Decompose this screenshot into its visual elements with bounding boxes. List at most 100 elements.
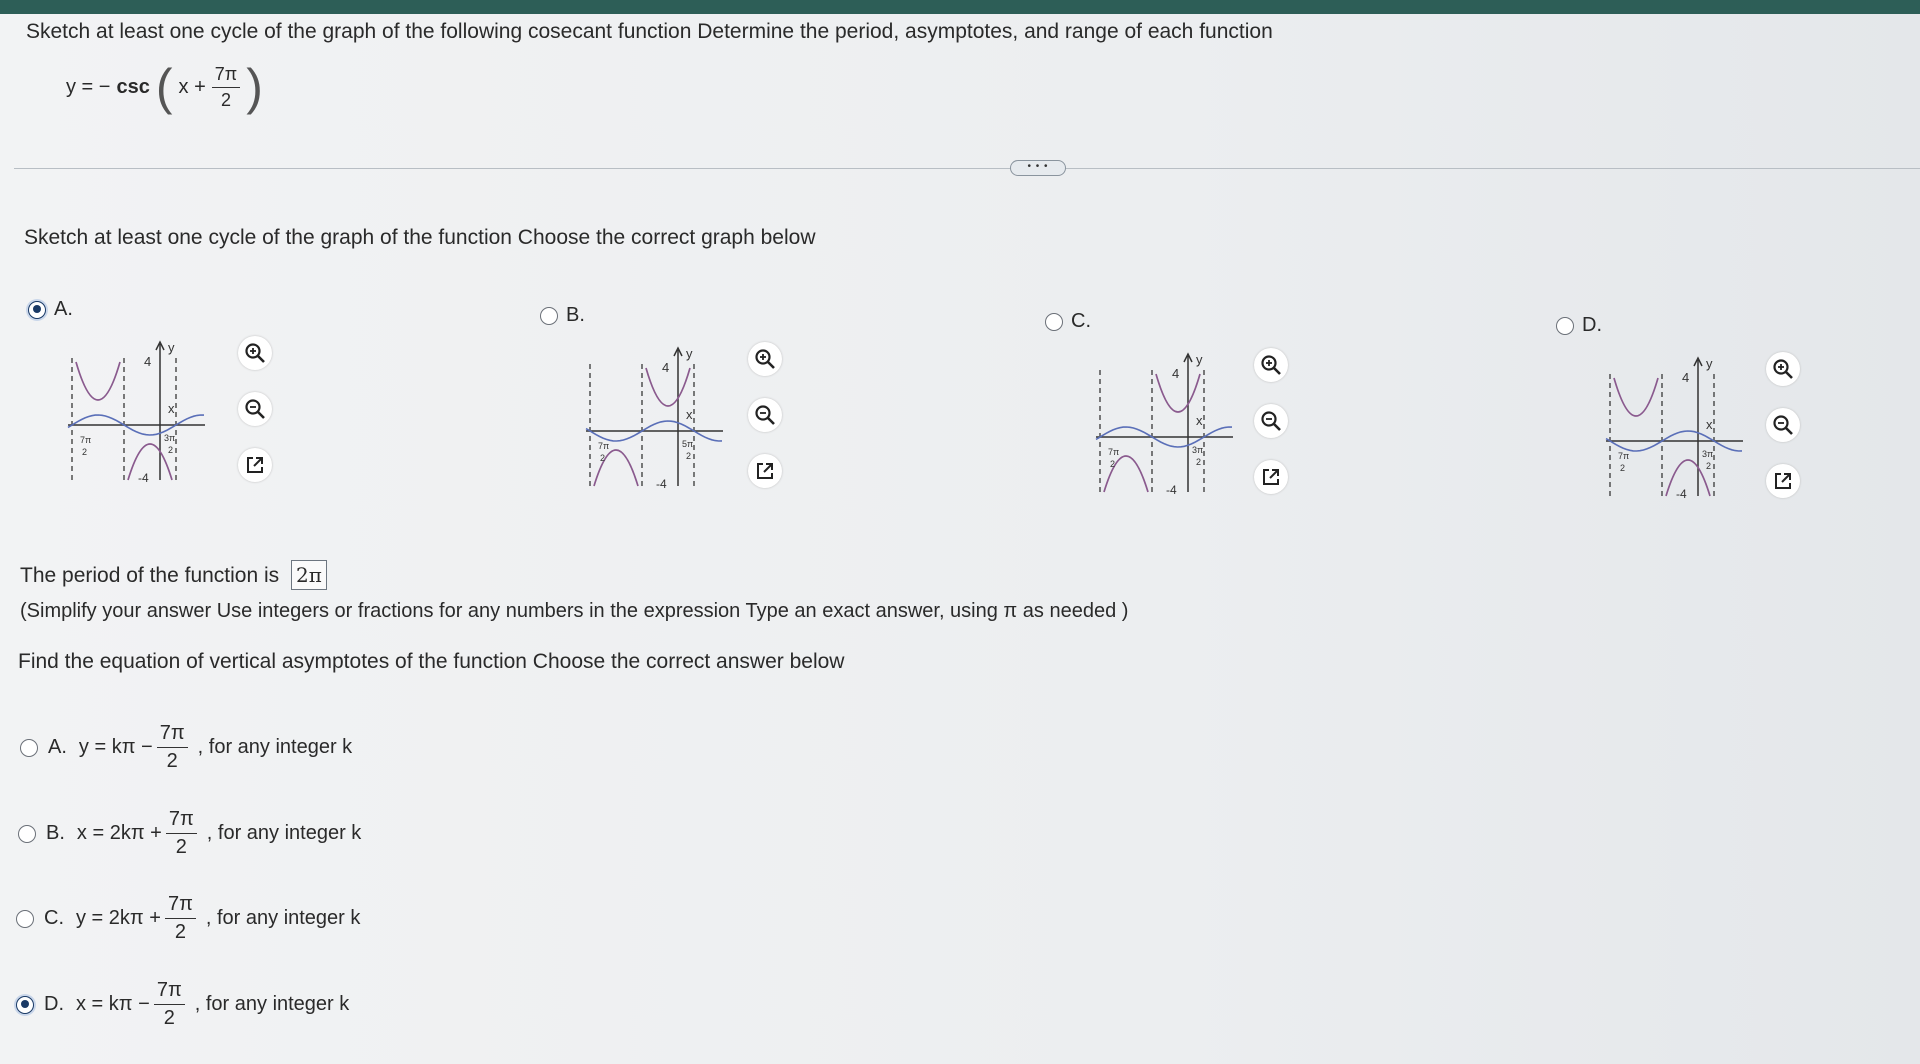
y-tick-label: 4 bbox=[662, 360, 669, 375]
fraction-denominator: 2 bbox=[163, 1007, 175, 1029]
left-asymptote-label: 7π bbox=[598, 441, 609, 451]
section-divider bbox=[14, 168, 1920, 169]
neg-y-tick-label: -4 bbox=[138, 471, 149, 485]
radio-button[interactable] bbox=[540, 306, 558, 325]
expression-text: y = 2kπ + bbox=[76, 907, 161, 929]
cosecant-branch bbox=[1665, 459, 1711, 497]
asymptote-choice-c[interactable]: C. y = 2kπ +7π 2 , for any integer k bbox=[16, 893, 360, 944]
choice-expression: x = kπ −7π 2 , for any integer k bbox=[76, 979, 349, 1030]
expression-tail: , for any integer k bbox=[197, 736, 353, 758]
popout-icon[interactable] bbox=[238, 448, 272, 482]
zoom-in-icon[interactable] bbox=[238, 336, 272, 370]
choice-letter: C. bbox=[44, 907, 64, 929]
graph-tools bbox=[238, 336, 272, 482]
right-asymptote-label: 5π bbox=[682, 439, 693, 449]
fraction-numerator: 7π bbox=[153, 979, 185, 1005]
choice-letter: B. bbox=[46, 822, 65, 844]
graph-option-b[interactable]: B. bbox=[540, 304, 585, 327]
graph-tools bbox=[748, 342, 782, 488]
neg-y-tick-label: -4 bbox=[1676, 487, 1687, 501]
radio-button[interactable] bbox=[28, 300, 46, 319]
radio-button[interactable] bbox=[20, 738, 38, 757]
graph-option-c[interactable]: C. bbox=[1045, 310, 1091, 333]
graph-tools bbox=[1254, 348, 1288, 494]
radio-button[interactable] bbox=[18, 824, 36, 843]
asymptote-choice-d[interactable]: D. x = kπ −7π 2 , for any integer k bbox=[16, 979, 349, 1030]
equation-func: csc bbox=[116, 75, 150, 98]
equation-lhs: y = − bbox=[66, 75, 111, 98]
radio-button[interactable] bbox=[16, 909, 34, 928]
right-asymptote-label-den: 2 bbox=[168, 445, 173, 455]
popout-icon[interactable] bbox=[1766, 464, 1800, 498]
expression-fraction: 7π 2 bbox=[165, 808, 197, 859]
y-axis-label: y bbox=[168, 340, 175, 355]
y-tick-label: 4 bbox=[1172, 366, 1179, 381]
expression-tail: , for any integer k bbox=[205, 907, 361, 929]
graph-c[interactable]: 4 -4 y x 7π 2 3π 2 bbox=[1088, 342, 1238, 502]
graph-b[interactable]: 4 -4 y x 7π 2 5π 2 bbox=[578, 336, 728, 496]
asymptote-choice-a[interactable]: A. y = kπ −7π 2 , for any integer k bbox=[20, 722, 352, 773]
graph-a[interactable]: 4 -4 y x 7π 2 3π 2 bbox=[60, 330, 210, 490]
fraction-numerator: 7π bbox=[156, 722, 188, 748]
equation: y = − csc ( x + 7π 2 ) bbox=[66, 62, 263, 112]
radio-button[interactable] bbox=[16, 995, 34, 1014]
radio-button[interactable] bbox=[1045, 312, 1063, 331]
y-tick-label: 4 bbox=[144, 354, 151, 369]
popout-icon[interactable] bbox=[748, 454, 782, 488]
fraction-denominator: 2 bbox=[174, 921, 186, 943]
expand-button[interactable]: • • • bbox=[1010, 160, 1066, 176]
x-axis-label: x bbox=[168, 401, 175, 416]
choice-expression: y = kπ −7π 2 , for any integer k bbox=[79, 722, 352, 773]
period-answer-box[interactable]: 2π bbox=[291, 560, 327, 590]
expression-text: x = 2kπ + bbox=[76, 822, 162, 844]
left-paren: ( bbox=[155, 59, 173, 115]
zoom-in-icon[interactable] bbox=[1254, 348, 1288, 382]
expression-tail: , for any integer k bbox=[194, 993, 350, 1015]
right-asymptote-label-den: 2 bbox=[1706, 461, 1711, 471]
x-axis-label: x bbox=[1196, 413, 1203, 428]
choice-expression: x = 2kπ +7π 2 , for any integer k bbox=[77, 808, 361, 859]
choice-letter: A. bbox=[48, 736, 67, 758]
left-asymptote-label-den: 2 bbox=[82, 447, 87, 457]
cosecant-branch bbox=[127, 443, 173, 481]
fraction-numerator: 7π bbox=[165, 808, 197, 834]
graph-option-a[interactable]: A. bbox=[28, 298, 73, 321]
period-line: The period of the function is 2π bbox=[20, 560, 327, 590]
equation-inner: x + bbox=[178, 75, 206, 98]
fraction-numerator: 7π bbox=[164, 893, 196, 919]
question-title: Sketch at least one cycle of the graph o… bbox=[26, 20, 1273, 43]
left-asymptote-label: 7π bbox=[1618, 451, 1629, 461]
asymptote-choice-b[interactable]: B. x = 2kπ +7π 2 , for any integer k bbox=[18, 808, 361, 859]
right-asymptote-label: 3π bbox=[164, 433, 175, 443]
y-tick-label: 4 bbox=[1682, 370, 1689, 385]
zoom-out-icon[interactable] bbox=[238, 392, 272, 426]
zoom-in-icon[interactable] bbox=[1766, 352, 1800, 386]
option-letter: C. bbox=[1071, 310, 1091, 332]
right-paren: ) bbox=[246, 59, 263, 115]
expression-fraction: 7π 2 bbox=[164, 893, 196, 944]
option-letter: A. bbox=[54, 298, 73, 320]
popout-icon[interactable] bbox=[1254, 460, 1288, 494]
right-asymptote-label: 3π bbox=[1702, 449, 1713, 459]
option-letter: B. bbox=[566, 304, 585, 326]
graph-section-title: Sketch at least one cycle of the graph o… bbox=[24, 226, 816, 249]
graph-option-d[interactable]: D. bbox=[1556, 314, 1602, 337]
zoom-in-icon[interactable] bbox=[748, 342, 782, 376]
expression-tail: , for any integer k bbox=[206, 822, 362, 844]
zoom-out-icon[interactable] bbox=[1766, 408, 1800, 442]
right-asymptote-label: 3π bbox=[1192, 445, 1203, 455]
graph-d[interactable]: 4 -4 y x 7π 2 3π 2 bbox=[1598, 346, 1748, 506]
fraction-numerator: 7π bbox=[211, 64, 241, 88]
zoom-out-icon[interactable] bbox=[748, 398, 782, 432]
left-asymptote-label: 7π bbox=[80, 435, 91, 445]
period-label: The period of the function is bbox=[20, 564, 280, 587]
left-asymptote-label-den: 2 bbox=[1110, 459, 1115, 469]
expression-fraction: 7π 2 bbox=[156, 722, 188, 773]
y-axis-label: y bbox=[1706, 356, 1713, 371]
neg-y-tick-label: -4 bbox=[656, 477, 667, 491]
choice-letter: D. bbox=[44, 993, 64, 1015]
fraction-denominator: 2 bbox=[166, 750, 178, 772]
zoom-out-icon[interactable] bbox=[1254, 404, 1288, 438]
radio-button[interactable] bbox=[1556, 316, 1574, 335]
left-asymptote-label-den: 2 bbox=[1620, 463, 1625, 473]
